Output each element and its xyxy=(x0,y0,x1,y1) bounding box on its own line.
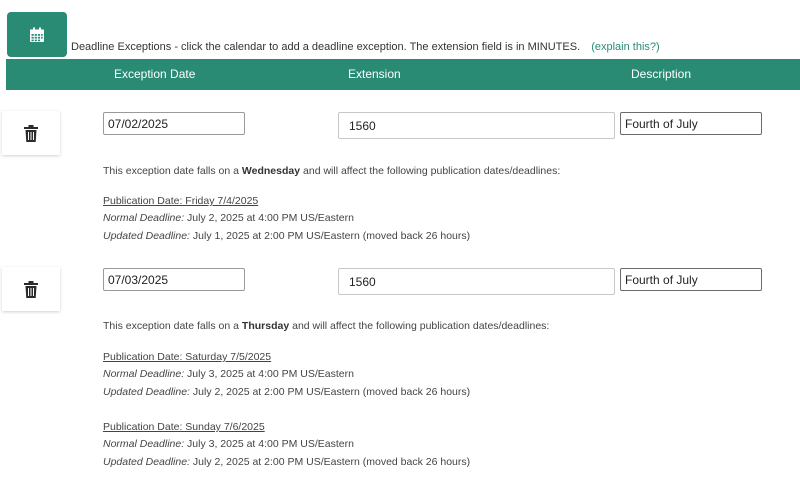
normal-deadline: Normal Deadline: July 3, 2025 at 4:00 PM… xyxy=(103,368,354,380)
description-input[interactable] xyxy=(620,112,762,135)
trash-icon xyxy=(24,124,38,142)
header-exception-date: Exception Date xyxy=(114,67,196,81)
publication-date: Publication Date: Friday 7/4/2025 xyxy=(103,195,259,207)
extension-input[interactable] xyxy=(338,112,615,139)
delete-exception-button[interactable] xyxy=(2,111,60,155)
add-exception-button[interactable] xyxy=(7,12,67,57)
trash-icon xyxy=(24,280,38,298)
exception-date-input[interactable] xyxy=(103,268,245,291)
updated-deadline: Updated Deadline: July 2, 2025 at 2:00 P… xyxy=(103,386,471,398)
intro-text: Deadline Exceptions - click the calendar… xyxy=(71,41,660,53)
updated-deadline: Updated Deadline: July 1, 2025 at 2:00 P… xyxy=(103,230,471,242)
intro-instructions: Deadline Exceptions - click the calendar… xyxy=(71,41,581,53)
exception-note: This exception date falls on a Thursday … xyxy=(103,320,550,332)
publication-date: Publication Date: Saturday 7/5/2025 xyxy=(103,351,272,363)
updated-deadline: Updated Deadline: July 2, 2025 at 2:00 P… xyxy=(103,456,471,468)
normal-deadline: Normal Deadline: July 2, 2025 at 4:00 PM… xyxy=(103,212,354,224)
normal-deadline: Normal Deadline: July 3, 2025 at 4:00 PM… xyxy=(103,438,354,450)
weekday: Thursday xyxy=(241,320,290,332)
header-description: Description xyxy=(631,67,692,81)
description-input[interactable] xyxy=(620,268,762,291)
table-header: Exception Date Extension Description xyxy=(6,59,800,90)
delete-exception-button[interactable] xyxy=(2,267,60,311)
exception-note: This exception date falls on a Wednesday… xyxy=(103,165,561,177)
publication-date: Publication Date: Sunday 7/6/2025 xyxy=(103,421,265,433)
explain-link[interactable]: (explain this?) xyxy=(591,41,659,53)
calendar-icon xyxy=(30,27,44,42)
weekday: Wednesday xyxy=(241,165,301,177)
extension-input[interactable] xyxy=(338,268,615,295)
exception-date-input[interactable] xyxy=(103,112,245,135)
header-extension: Extension xyxy=(348,67,401,81)
